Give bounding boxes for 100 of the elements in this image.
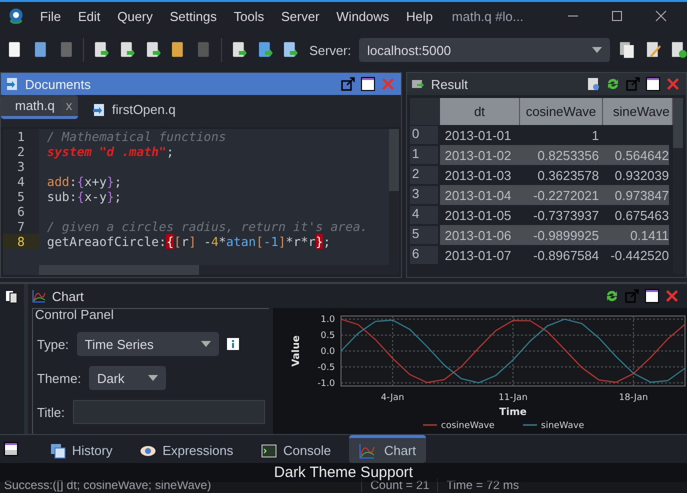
maximize-icon[interactable] bbox=[611, 10, 623, 22]
terminal-icon bbox=[261, 442, 278, 458]
scrollbar-thumb[interactable] bbox=[673, 98, 683, 148]
maximize-icon[interactable] bbox=[645, 289, 659, 303]
server-dropdown[interactable]: localhost:5000 bbox=[359, 38, 610, 62]
caret-icon bbox=[148, 375, 158, 381]
x-tick-label: 11-Jan bbox=[498, 393, 528, 403]
table-cell: 0.973847 bbox=[614, 188, 669, 202]
close-icon[interactable] bbox=[655, 10, 667, 22]
line-number: 3 bbox=[3, 159, 39, 174]
scrollbar-thumb[interactable] bbox=[39, 265, 199, 275]
window-title: math.q #lo... bbox=[452, 8, 524, 24]
undock-icon[interactable] bbox=[341, 77, 355, 91]
panel-tab[interactable]: Chart bbox=[348, 435, 426, 463]
table-cell: 0.3623578 bbox=[538, 168, 599, 182]
table-cell: -0.9899925 bbox=[533, 228, 599, 242]
row-header: 1 bbox=[410, 146, 438, 164]
tab-close-button[interactable]: x bbox=[60, 97, 78, 114]
code-line: / given a circles radius, return it's area. bbox=[46, 219, 368, 234]
panel-tab[interactable]: Console bbox=[251, 435, 341, 463]
row-header: 6 bbox=[410, 246, 438, 264]
refresh-icon[interactable] bbox=[606, 77, 620, 91]
column-header[interactable]: cosineWave bbox=[520, 98, 603, 125]
line-number: 4 bbox=[3, 174, 39, 189]
close-icon[interactable] bbox=[666, 77, 680, 91]
document-icon bbox=[5, 77, 19, 91]
menu-item[interactable]: Tools bbox=[234, 8, 264, 24]
x-tick-label: 4-Jan bbox=[380, 393, 404, 403]
y-axis-title: Value bbox=[291, 335, 302, 367]
line-number: 6 bbox=[3, 204, 39, 219]
panel-title: Chart bbox=[52, 288, 84, 304]
code-line: sub:{x-y}; bbox=[46, 189, 122, 204]
app-logo-icon bbox=[8, 7, 24, 25]
query-time: Time = 72 ms bbox=[445, 478, 520, 492]
table-cell: 2013-01-03 bbox=[444, 168, 512, 182]
table-cell: 0.564642 bbox=[614, 148, 669, 162]
line-number: 5 bbox=[3, 189, 39, 204]
pages-icon[interactable] bbox=[5, 290, 19, 304]
theme-dropdown[interactable]: Dark bbox=[89, 366, 166, 390]
type-dropdown[interactable]: Time Series bbox=[76, 332, 219, 356]
column-header[interactable]: dt bbox=[440, 98, 520, 125]
add-document-icon[interactable] bbox=[669, 41, 687, 59]
menu-item[interactable]: Query bbox=[117, 8, 153, 24]
row-header: 2 bbox=[410, 166, 438, 184]
panel-tab[interactable]: Expressions bbox=[130, 435, 244, 463]
column-header[interactable]: sineWave bbox=[603, 98, 673, 125]
code-line: add:{x+y}; bbox=[46, 174, 122, 189]
control-panel-title: Control Panel bbox=[35, 309, 115, 322]
line-number: 7 bbox=[3, 219, 39, 234]
run-document-icon[interactable] bbox=[92, 41, 110, 59]
panel-tab[interactable]: History bbox=[40, 435, 122, 463]
maximize-icon[interactable] bbox=[361, 77, 375, 91]
line-number: 2 bbox=[3, 144, 39, 159]
caption-text: Dark Theme Support bbox=[274, 464, 413, 481]
menu-item[interactable]: Edit bbox=[78, 8, 100, 24]
table-cell: 2013-01-01 bbox=[444, 128, 512, 142]
table-cell: -0.8967584 bbox=[533, 248, 599, 262]
table-cell: 0.932039 bbox=[614, 168, 669, 182]
table-cell: 0.1411 bbox=[630, 228, 669, 242]
menu-item[interactable]: Settings bbox=[170, 8, 217, 24]
title-input[interactable] bbox=[72, 400, 265, 424]
y-tick-label: 0.0 bbox=[320, 347, 335, 357]
menu-item[interactable]: Server bbox=[281, 8, 320, 24]
line-number: 1 bbox=[3, 129, 39, 144]
status-message: Success:([] dt; cosineWave; sineWave) bbox=[4, 478, 212, 492]
y-tick-label: -1.0 bbox=[317, 378, 335, 389]
document-tab[interactable]: math.q x bbox=[1, 95, 78, 119]
table-cell: 0.675463 bbox=[614, 208, 669, 222]
table-icon bbox=[411, 77, 425, 91]
server-label: Server: bbox=[309, 42, 352, 58]
x-axis-title: Time bbox=[499, 407, 527, 418]
row-header: 4 bbox=[410, 206, 438, 224]
document-tab[interactable]: firstOpen.q bbox=[78, 95, 190, 127]
close-icon[interactable] bbox=[665, 289, 679, 303]
maximize-icon[interactable] bbox=[646, 77, 660, 91]
row-header: 0 bbox=[410, 126, 438, 144]
table-cell: 0.8253356 bbox=[538, 148, 599, 162]
row-header: 3 bbox=[410, 186, 438, 204]
refresh-icon[interactable] bbox=[605, 289, 619, 303]
info-icon[interactable] bbox=[226, 338, 239, 350]
copy-icon[interactable] bbox=[618, 41, 636, 59]
menu-item[interactable]: File bbox=[40, 8, 61, 24]
code-line: system "d .math"; bbox=[46, 144, 174, 159]
menu-item[interactable]: Help bbox=[406, 8, 433, 24]
title-label: Title: bbox=[37, 404, 65, 420]
menu-item[interactable]: Windows bbox=[336, 8, 390, 24]
code-line: / Mathematical functions bbox=[46, 129, 226, 144]
stacked-pages-icon bbox=[50, 442, 66, 458]
y-tick-label: 1.0 bbox=[320, 315, 335, 326]
y-tick-label: -0.5 bbox=[317, 362, 335, 373]
document-icon[interactable] bbox=[586, 77, 600, 91]
type-label: Type: bbox=[37, 336, 69, 352]
y-tick-label: 0.5 bbox=[320, 331, 335, 342]
x-tick-label: 18-Jan bbox=[618, 393, 648, 403]
restore-icon[interactable] bbox=[4, 442, 18, 456]
caret-icon bbox=[200, 341, 211, 347]
panel-title: Documents bbox=[25, 76, 91, 92]
code-line: getAreaofCircle:{[r] -4*atan[-1]*r*r}; bbox=[46, 234, 331, 249]
scrollbar-thumb[interactable] bbox=[389, 129, 399, 191]
panel-title: Result bbox=[431, 76, 468, 92]
